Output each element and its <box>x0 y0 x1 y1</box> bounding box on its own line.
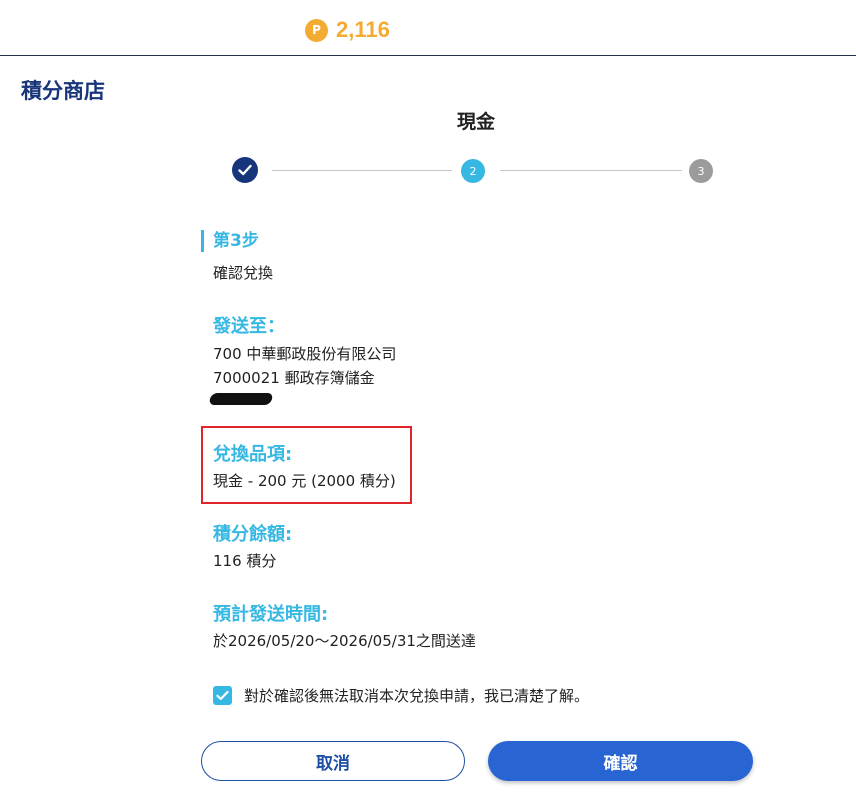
stepper-connector <box>500 170 682 171</box>
stepper-connector <box>272 170 452 171</box>
confirm-button[interactable]: 確認 <box>488 741 753 781</box>
delivery-value: 於2026/05/20～2026/05/31之間送達 <box>213 632 476 650</box>
step-1-completed-check-icon <box>232 157 258 183</box>
delivery-title: 預計發送時間: <box>213 604 329 625</box>
store-title: 積分商店 <box>21 79 105 103</box>
check-icon <box>216 690 229 701</box>
agreement-text[interactable]: 對於確認後無法取消本次兌換申請，我已清楚了解。 <box>244 685 589 706</box>
step-3-indicator: 3 <box>689 159 713 183</box>
step-2-indicator: 2 <box>461 159 485 183</box>
top-bar: P 2,116 <box>0 0 856 56</box>
balance-value: 116 積分 <box>213 552 277 570</box>
points-balance: P 2,116 <box>305 17 390 43</box>
cancel-button[interactable]: 取消 <box>201 741 465 781</box>
points-value: 2,116 <box>336 17 390 42</box>
step-description: 確認兌換 <box>213 264 274 282</box>
step-label: 第3步 <box>201 230 259 252</box>
page-title: 現金 <box>456 111 495 133</box>
agreement-row: 對於確認後無法取消本次兌換申請，我已清楚了解。 <box>213 685 589 706</box>
ship-to-line1: 700 中華郵政股份有限公司 <box>213 345 397 363</box>
item-value: 現金 - 200 元 (2000 積分) <box>213 472 396 490</box>
check-icon <box>238 164 252 176</box>
agreement-checkbox[interactable] <box>213 686 232 705</box>
ship-to-title: 發送至： <box>213 316 285 337</box>
balance-title: 積分餘額: <box>213 524 293 545</box>
ship-to-line2: 7000021 郵政存簿儲金 <box>213 369 375 387</box>
item-title: 兌換品項: <box>213 444 293 465</box>
redacted-text <box>208 393 274 405</box>
points-coin-icon: P <box>305 18 328 42</box>
